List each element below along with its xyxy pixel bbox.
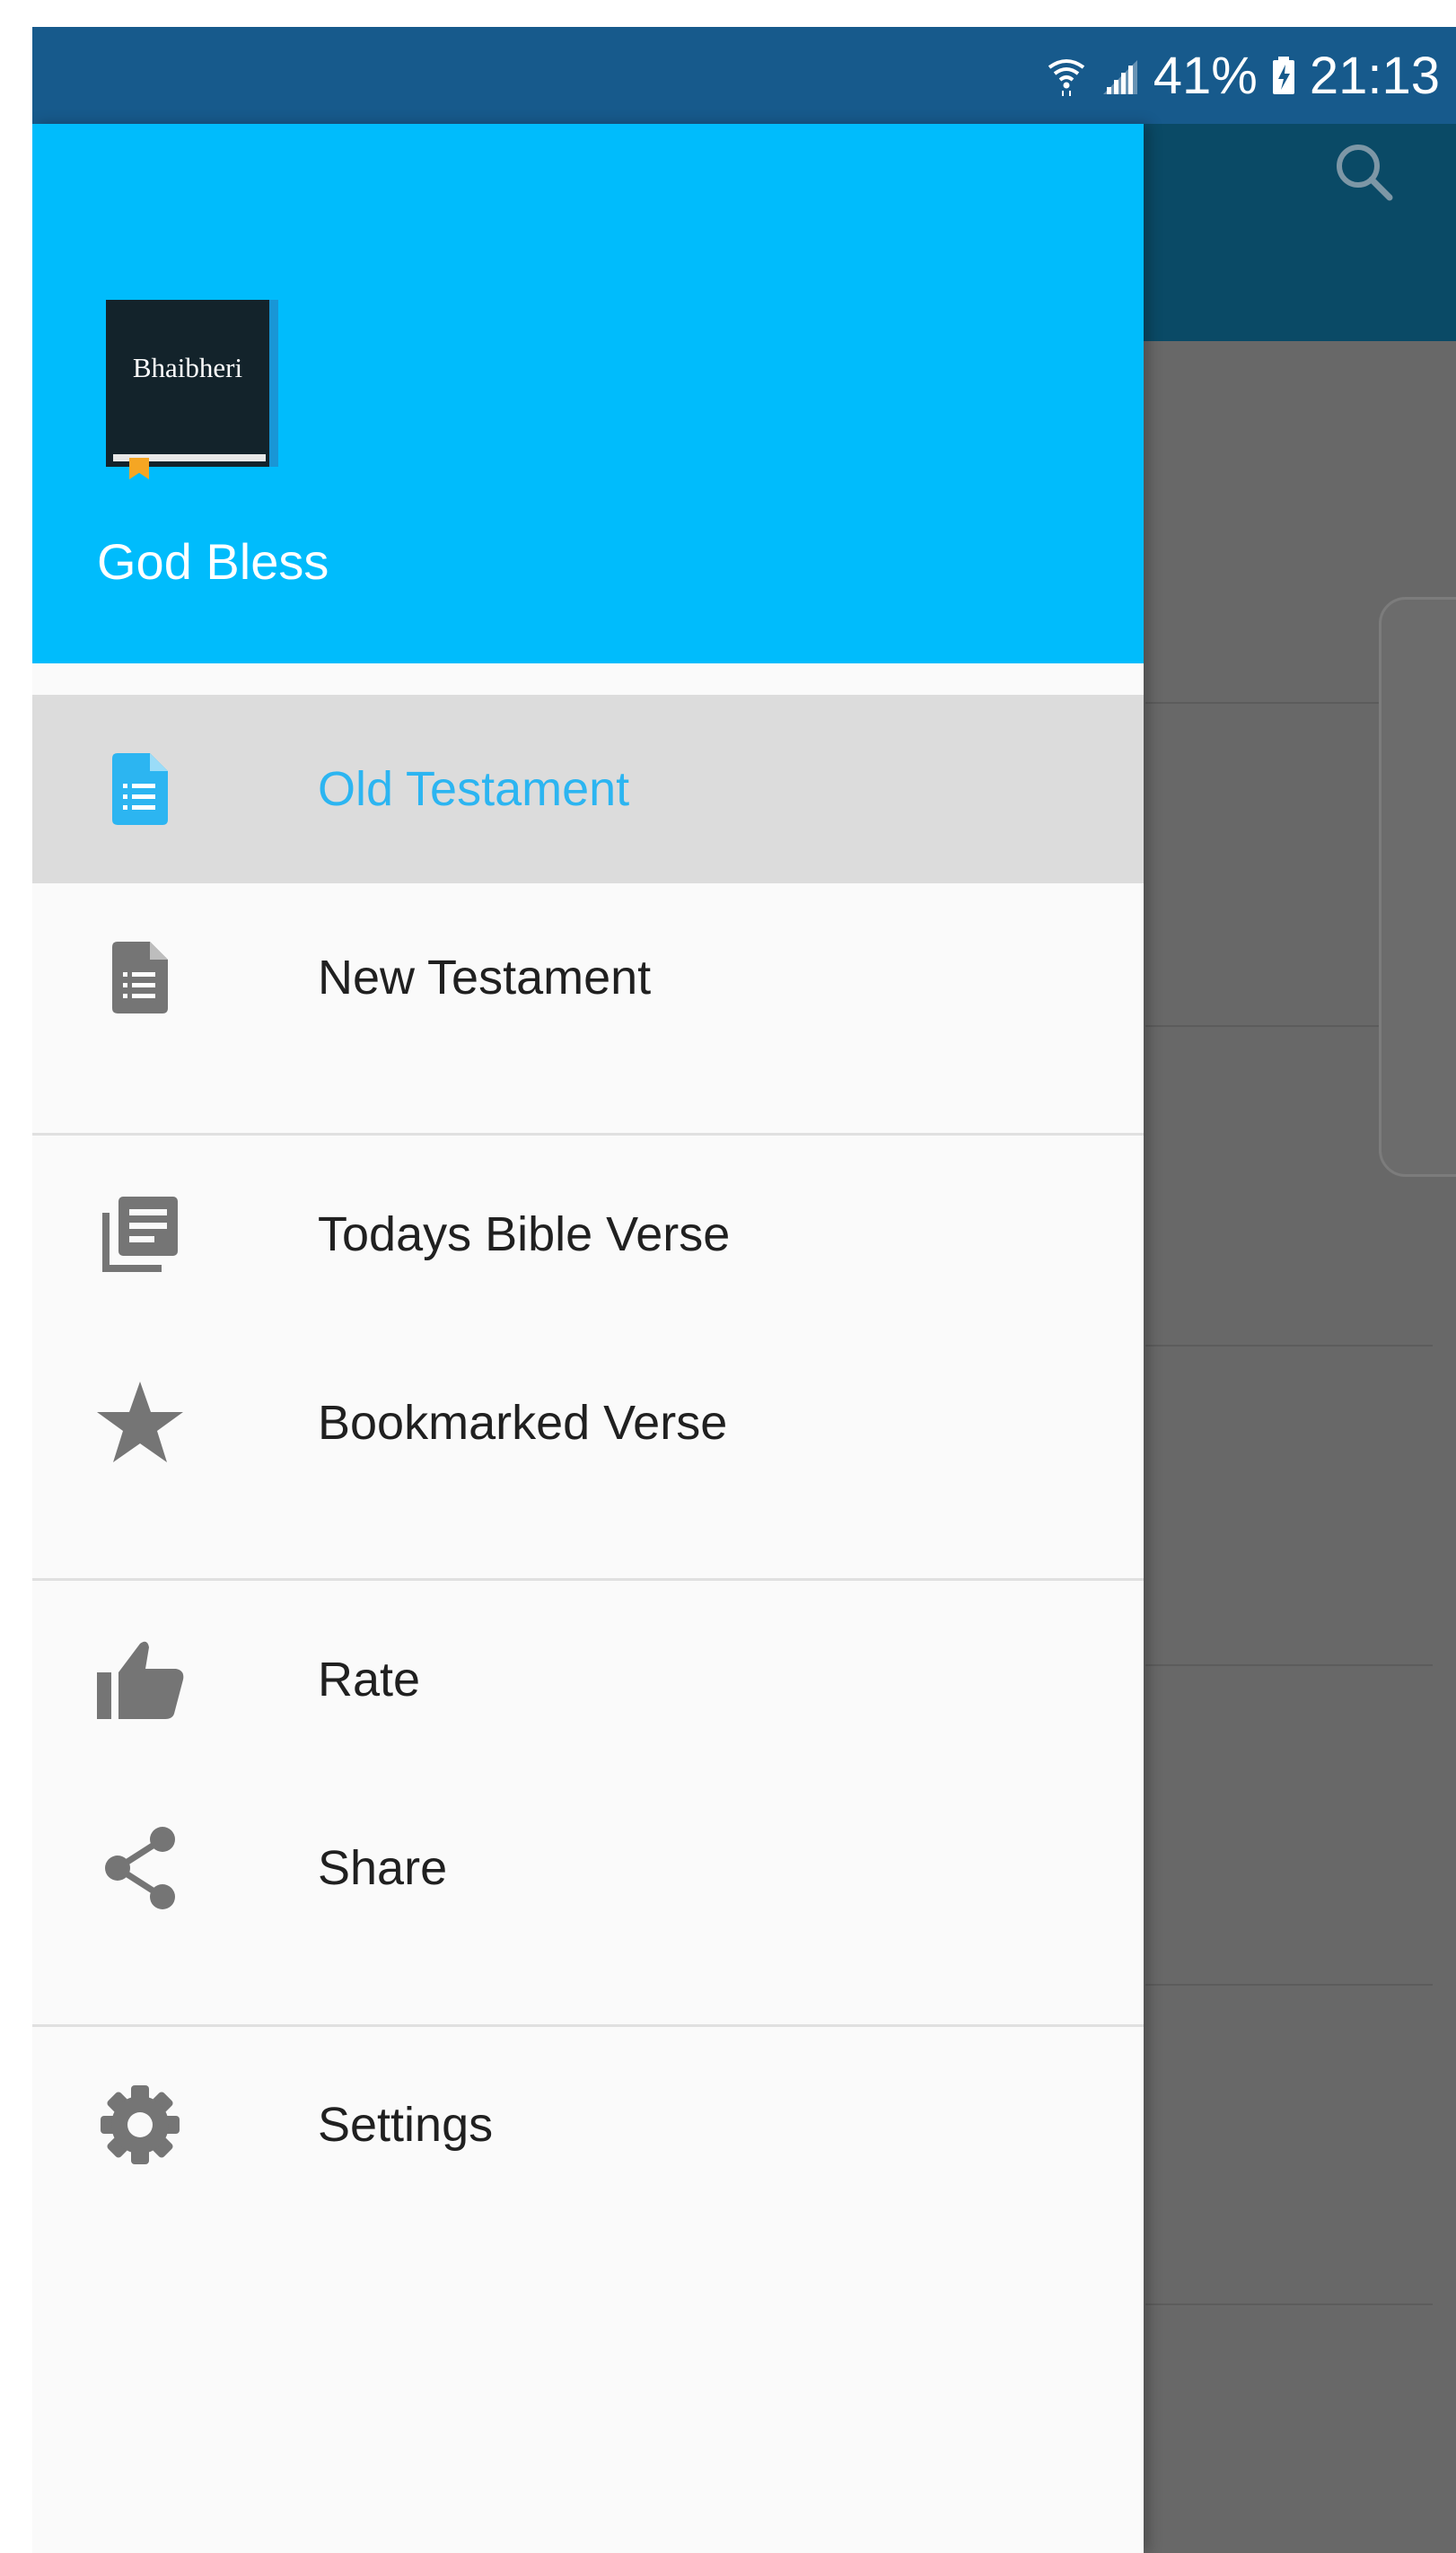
logo-text: Bhaibheri [132,352,243,383]
divider [32,2024,1144,2027]
background-list-divider [1145,1664,1433,1666]
screen: 41% 21:13 Bhaibheri God Bless Old Testam… [0,0,1456,2553]
menu-item-label: Rate [318,1653,421,1706]
book-icon: Bhaibheri [106,300,269,479]
menu-item-label: Bookmarked Verse [318,1396,728,1450]
document-list-icon [95,933,185,1022]
menu-item-todays-bible-verse[interactable]: Todays Bible Verse [32,1140,1144,1329]
gear-icon [95,2080,185,2170]
status-icons: 41% 21:13 [1046,27,1440,124]
divider [32,1578,1144,1581]
background-list-divider [1145,2303,1433,2305]
status-bar: 41% 21:13 [32,27,1456,124]
clock: 21:13 [1309,46,1440,105]
library-books-icon [95,1189,185,1279]
background-card [1379,597,1456,1177]
navigation-drawer: Bhaibheri God Bless Old Testament New Te… [32,124,1144,2553]
menu-item-rate[interactable]: Rate [32,1585,1144,1774]
app-logo: Bhaibheri [106,300,285,479]
background-list-divider [1145,1345,1433,1347]
background-list-divider [1145,1984,1433,1986]
divider [32,1133,1144,1136]
menu-item-bookmarked-verse[interactable]: Bookmarked Verse [32,1329,1144,1517]
signal-icon [1100,55,1141,96]
menu-item-label: New Testament [318,951,652,1005]
phone-screen: 41% 21:13 Bhaibheri God Bless Old Testam… [32,27,1456,2553]
search-icon[interactable] [1316,124,1415,223]
thumb-up-icon [95,1635,185,1724]
menu-item-old-testament[interactable]: Old Testament [32,695,1144,883]
document-list-icon [95,744,185,834]
drawer-header: Bhaibheri God Bless [32,124,1144,663]
menu-item-settings[interactable]: Settings [32,2031,1144,2219]
star-icon [95,1378,185,1468]
menu-item-label: Todays Bible Verse [318,1207,731,1261]
menu-item-new-testament[interactable]: New Testament [32,883,1144,1072]
battery-charging-icon [1270,55,1297,96]
header-title: God Bless [97,533,329,590]
menu-item-label: Settings [318,2098,494,2152]
menu-item-label: Old Testament [318,762,630,816]
battery-percentage: 41% [1153,46,1258,105]
menu-item-share[interactable]: Share [32,1774,1144,1962]
menu-item-label: Share [318,1841,448,1895]
share-icon [95,1823,185,1913]
wifi-icon [1046,55,1087,96]
